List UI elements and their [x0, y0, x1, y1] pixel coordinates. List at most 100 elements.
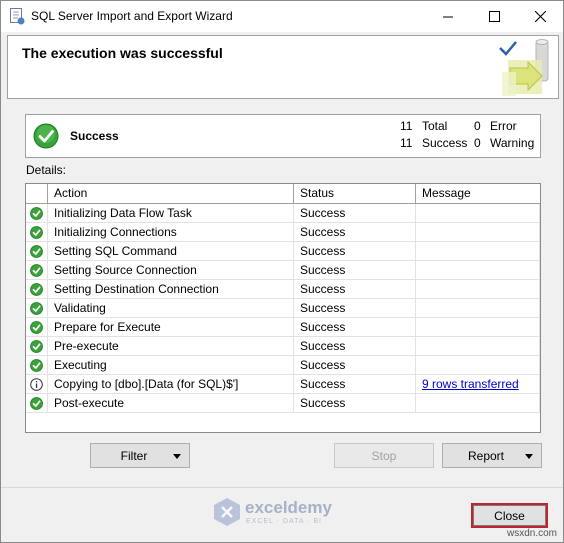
stop-button[interactable]: Stop — [334, 443, 434, 468]
chevron-down-icon — [173, 454, 181, 459]
cell-status: Success — [294, 242, 416, 261]
watermark-tagline: EXCEL · DATA · BI — [246, 518, 322, 525]
table-row[interactable]: Setting Source Connection Success — [26, 261, 540, 280]
table-row[interactable]: Validating Success — [26, 299, 540, 318]
total-count: 11 — [400, 119, 413, 133]
filter-button[interactable]: Filter — [90, 443, 190, 468]
wizard-window: SQL Server Import and Export Wizard The … — [0, 0, 564, 543]
cell-message — [416, 299, 540, 318]
cell-action: Executing — [48, 356, 294, 375]
grid-header-icon-col[interactable] — [26, 184, 48, 203]
cell-action: Setting Destination Connection — [48, 280, 294, 299]
cell-status: Success — [294, 204, 416, 223]
success-icon — [30, 396, 43, 410]
column-header-status[interactable]: Status — [294, 184, 416, 203]
stop-button-label: Stop — [371, 448, 397, 463]
info-icon — [30, 377, 43, 391]
cell-action: Initializing Data Flow Task — [48, 204, 294, 223]
table-row[interactable]: Setting Destination Connection Success — [26, 280, 540, 299]
grid-header: Action Status Message — [26, 184, 540, 204]
close-button-label: Close — [494, 508, 525, 523]
table-row[interactable]: Initializing Data Flow Task Success — [26, 204, 540, 223]
cell-status: Success — [294, 375, 416, 394]
success-icon — [30, 301, 43, 315]
success-icon — [30, 244, 43, 258]
exceldemy-logo-icon — [214, 498, 240, 526]
minimize-icon — [442, 16, 453, 18]
error-label: Error — [490, 119, 517, 133]
success-icon — [30, 225, 43, 239]
header-panel: The execution was successful — [7, 35, 559, 99]
cell-status: Success — [294, 337, 416, 356]
cell-action: Prepare for Execute — [48, 318, 294, 337]
page-title: The execution was successful — [22, 45, 223, 61]
column-header-action[interactable]: Action — [48, 184, 294, 203]
row-icon-cell — [26, 261, 48, 280]
table-row[interactable]: Copying to [dbo].[Data (for SQL)$'] Succe… — [26, 375, 540, 394]
cell-message: 9 rows transferred — [416, 375, 540, 394]
summary-status: Success — [70, 129, 119, 143]
row-icon-cell — [26, 204, 48, 223]
wizard-app-icon — [10, 8, 25, 25]
cell-status: Success — [294, 280, 416, 299]
total-label: Total — [422, 119, 448, 133]
table-row[interactable]: Executing Success — [26, 356, 540, 375]
cell-action: Pre-execute — [48, 337, 294, 356]
cell-status: Success — [294, 299, 416, 318]
cell-message — [416, 242, 540, 261]
success-label: Success — [422, 136, 468, 150]
cell-message — [416, 204, 540, 223]
success-icon — [30, 339, 43, 353]
cell-message — [416, 356, 540, 375]
wizard-banner-graphic — [499, 39, 549, 96]
site-watermark: wsxdn.com — [506, 528, 557, 539]
watermark-name: exceldemy — [245, 498, 332, 517]
details-grid[interactable]: Action Status Message Initializing Data … — [25, 183, 541, 433]
exceldemy-watermark: exceldemy EXCEL · DATA · BI — [211, 495, 361, 529]
row-icon-cell — [26, 280, 48, 299]
success-icon — [30, 320, 43, 334]
details-label: Details: — [26, 163, 67, 177]
cell-action: Copying to [dbo].[Data (for SQL)$'] — [48, 375, 294, 394]
success-icon — [30, 263, 43, 277]
cell-action: Post-execute — [48, 394, 294, 413]
table-row[interactable]: Initializing Connections Success — [26, 223, 540, 242]
cell-action: Setting Source Connection — [48, 261, 294, 280]
filter-button-label: Filter — [120, 448, 148, 463]
table-row[interactable]: Prepare for Execute Success — [26, 318, 540, 337]
cell-status: Success — [294, 318, 416, 337]
close-window-button[interactable] — [517, 1, 563, 32]
error-count: 0 — [474, 119, 481, 133]
cell-message — [416, 318, 540, 337]
warning-label: Warning — [490, 136, 535, 150]
close-icon — [534, 11, 546, 22]
cell-action: Initializing Connections — [48, 223, 294, 242]
warning-count: 0 — [474, 136, 481, 150]
minimize-button[interactable] — [425, 1, 471, 32]
table-row[interactable]: Pre-execute Success — [26, 337, 540, 356]
success-icon — [30, 282, 43, 296]
title-bar[interactable]: SQL Server Import and Export Wizard — [1, 1, 563, 32]
cell-message — [416, 280, 540, 299]
message-link[interactable]: 9 rows transferred — [422, 377, 519, 391]
row-icon-cell — [26, 223, 48, 242]
row-icon-cell — [26, 299, 48, 318]
table-row[interactable]: Setting SQL Command Success — [26, 242, 540, 261]
cell-message — [416, 394, 540, 413]
table-row[interactable]: Post-execute Success — [26, 394, 540, 413]
row-icon-cell — [26, 394, 48, 413]
cell-status: Success — [294, 394, 416, 413]
report-button[interactable]: Report — [442, 443, 542, 468]
row-icon-cell — [26, 242, 48, 261]
close-button[interactable]: Close — [471, 503, 548, 528]
chevron-down-icon — [525, 454, 533, 459]
row-icon-cell — [26, 337, 48, 356]
cell-status: Success — [294, 261, 416, 280]
cell-message — [416, 337, 540, 356]
cell-status: Success — [294, 223, 416, 242]
success-count: 11 — [400, 136, 413, 150]
row-icon-cell — [26, 375, 48, 394]
maximize-button[interactable] — [471, 1, 517, 32]
column-header-message[interactable]: Message — [416, 184, 540, 203]
report-button-label: Report — [467, 448, 505, 463]
